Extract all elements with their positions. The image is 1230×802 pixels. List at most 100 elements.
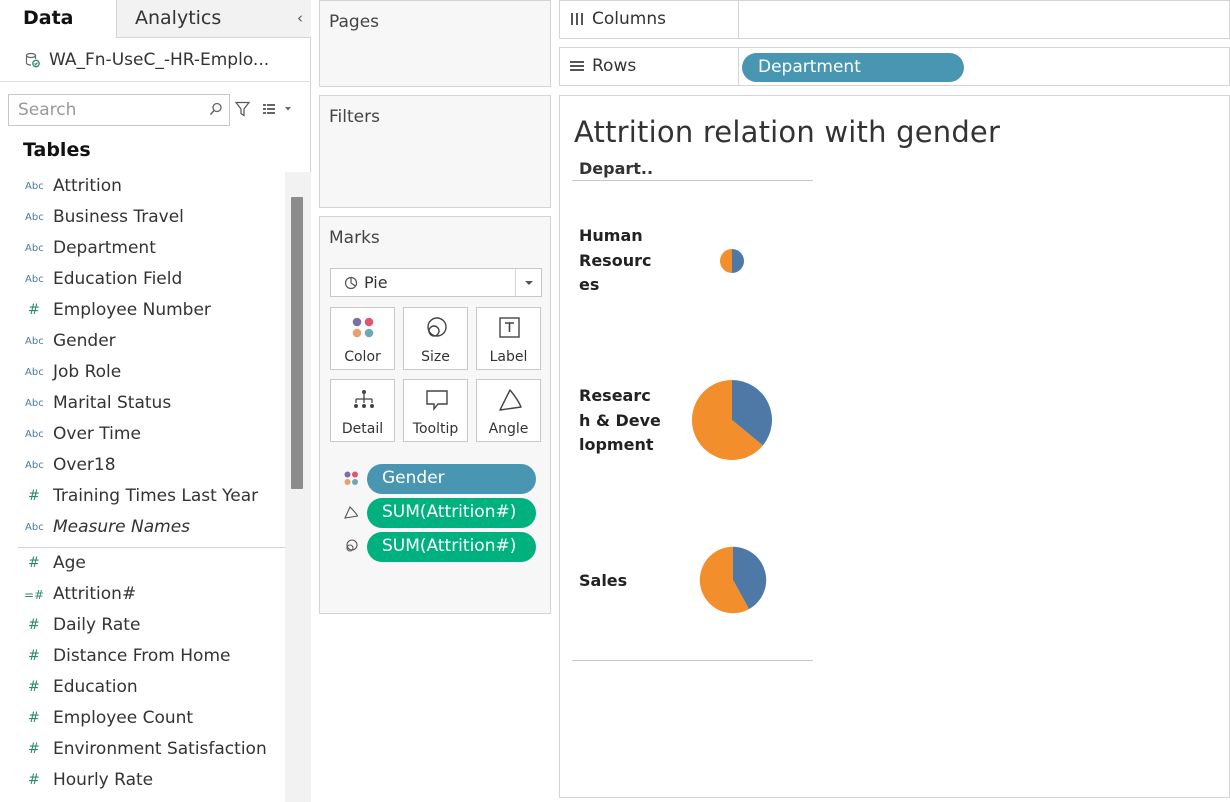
- pages-shelf-title: Pages: [329, 12, 380, 32]
- datasource-name: WA_Fn-UseC_-HR-Emplo...: [49, 50, 270, 70]
- string-type-icon: Abc: [25, 336, 44, 347]
- field-item-daily-rate[interactable]: # Daily Rate: [0, 611, 285, 642]
- angle-button[interactable]: Angle: [476, 379, 541, 442]
- field-label: Attrition#: [53, 584, 137, 604]
- filters-shelf[interactable]: Filters: [319, 95, 551, 208]
- field-label: Gender: [53, 331, 116, 351]
- columns-icon: [571, 13, 583, 25]
- field-item-hourly-rate[interactable]: # Hourly Rate: [0, 766, 285, 797]
- pie-mark-icon: [344, 276, 358, 290]
- search-input[interactable]: [9, 95, 199, 125]
- string-type-icon: Abc: [25, 522, 44, 533]
- field-item-marital-status[interactable]: Abc Marital Status: [0, 389, 285, 420]
- search-field[interactable]: [8, 94, 230, 126]
- field-item-training-times-last-year[interactable]: # Training Times Last Year: [0, 482, 285, 513]
- field-list-scrollbar-thumb[interactable]: [291, 197, 303, 489]
- field-item-business-travel[interactable]: Abc Business Travel: [0, 203, 285, 234]
- field-item-over-time[interactable]: Abc Over Time: [0, 420, 285, 451]
- string-type-icon: Abc: [25, 460, 44, 471]
- field-item-environment-satisfaction[interactable]: # Environment Satisfaction: [0, 735, 285, 766]
- pie-sales[interactable]: [699, 546, 767, 614]
- columns-shelf-label: Columns: [592, 9, 666, 29]
- pie-research-development[interactable]: [692, 380, 772, 460]
- sum-attrition-size-pill[interactable]: SUM(Attrition#): [367, 532, 536, 562]
- string-type-icon: Abc: [25, 429, 44, 440]
- chevron-down-icon[interactable]: [515, 269, 541, 296]
- field-item-job-role[interactable]: Abc Job Role: [0, 358, 285, 389]
- field-item-education[interactable]: # Education: [0, 673, 285, 704]
- size-button[interactable]: Size: [403, 307, 468, 370]
- datasource-row[interactable]: WA_Fn-UseC_-HR-Emplo...: [0, 40, 311, 82]
- filters-shelf-title: Filters: [329, 107, 380, 127]
- size-icon: [346, 539, 358, 552]
- label-button[interactable]: Label: [476, 307, 541, 370]
- field-label: Education Field: [53, 269, 183, 289]
- field-item-department[interactable]: Abc Department: [0, 234, 285, 265]
- rows-shelf[interactable]: Rows Department: [559, 47, 1230, 86]
- color-palette-icon: [352, 317, 374, 338]
- pane-tabs: Data Analytics ‹: [0, 0, 311, 38]
- field-label: Over18: [53, 455, 116, 475]
- field-item-employee-number[interactable]: # Employee Number: [0, 296, 285, 327]
- field-label: Employee Count: [53, 708, 194, 728]
- columns-shelf[interactable]: Columns: [559, 0, 1230, 39]
- columns-shelf-header: Columns: [560, 1, 739, 38]
- field-item-measure-names[interactable]: Abc Measure Names: [0, 513, 285, 544]
- marks-card-title: Marks: [329, 228, 380, 248]
- tooltip-button[interactable]: Tooltip: [403, 379, 468, 442]
- angle-icon: [344, 506, 359, 519]
- field-label: Hourly Rate: [53, 770, 154, 790]
- tables-heading: Tables: [23, 139, 91, 161]
- mark-type-dropdown[interactable]: Pie: [330, 268, 542, 297]
- number-type-icon: #: [28, 679, 40, 695]
- field-item-age[interactable]: # Age: [0, 549, 285, 580]
- field-item-distance-from-home[interactable]: # Distance From Home: [0, 642, 285, 673]
- pie-slice-blue[interactable]: [732, 249, 744, 273]
- angle-button-label: Angle: [488, 421, 529, 437]
- tab-data[interactable]: Data: [0, 0, 116, 38]
- field-item-employee-count[interactable]: # Employee Count: [0, 704, 285, 735]
- pages-shelf[interactable]: Pages: [319, 0, 551, 87]
- number-type-icon: #: [28, 772, 40, 788]
- number-type-icon: #: [28, 488, 40, 504]
- color-palette-icon: [344, 471, 358, 485]
- tab-analytics[interactable]: Analytics ‹: [116, 0, 311, 38]
- field-item-attrition-number[interactable]: =# Attrition#: [0, 580, 285, 611]
- field-item-over18[interactable]: Abc Over18: [0, 451, 285, 482]
- string-type-icon: Abc: [25, 212, 44, 223]
- department-rows-pill[interactable]: Department: [742, 53, 964, 82]
- number-type-icon: #: [28, 648, 40, 664]
- pie-chart-area: [692, 249, 772, 614]
- color-button[interactable]: Color: [330, 307, 395, 370]
- string-type-icon: Abc: [25, 367, 44, 378]
- field-label: Education: [53, 677, 138, 697]
- detail-button[interactable]: Detail: [330, 379, 395, 442]
- field-label: Job Role: [53, 362, 122, 382]
- filter-icon[interactable]: [235, 101, 250, 117]
- marks-card: Marks Pie Color Size Label Detail Toolti…: [319, 216, 551, 614]
- gender-pill[interactable]: Gender: [367, 464, 536, 494]
- tooltip-icon: [426, 390, 448, 411]
- mark-type-label: Pie: [364, 273, 388, 292]
- field-item-attrition[interactable]: Abc Attrition: [0, 172, 285, 203]
- field-label: Daily Rate: [53, 615, 141, 635]
- detail-button-label: Detail: [341, 421, 384, 437]
- color-button-label: Color: [344, 349, 381, 365]
- pie-slice-orange[interactable]: [720, 249, 732, 273]
- tab-analytics-label: Analytics: [135, 7, 222, 29]
- field-item-gender[interactable]: Abc Gender: [0, 327, 285, 358]
- field-label: Environment Satisfaction: [53, 739, 267, 759]
- field-item-education-field[interactable]: Abc Education Field: [0, 265, 285, 296]
- collapse-pane-icon[interactable]: ‹: [297, 9, 303, 27]
- rows-icon: [570, 61, 584, 71]
- field-label: Employee Number: [53, 300, 211, 320]
- tableau-workspace: Data Analytics ‹ WA_Fn-UseC_-HR-Emplo...: [0, 0, 1230, 802]
- field-label: Training Times Last Year: [53, 486, 259, 506]
- viz-canvas: Attrition relation with gender Depart.. …: [559, 95, 1230, 798]
- view-options-icon[interactable]: [263, 103, 293, 115]
- pie-human-resources[interactable]: [720, 249, 744, 273]
- field-label: Marital Status: [53, 393, 172, 413]
- search-icon[interactable]: [209, 102, 223, 116]
- sum-attrition-angle-pill[interactable]: SUM(Attrition#): [367, 498, 536, 528]
- angle-icon: [499, 389, 522, 411]
